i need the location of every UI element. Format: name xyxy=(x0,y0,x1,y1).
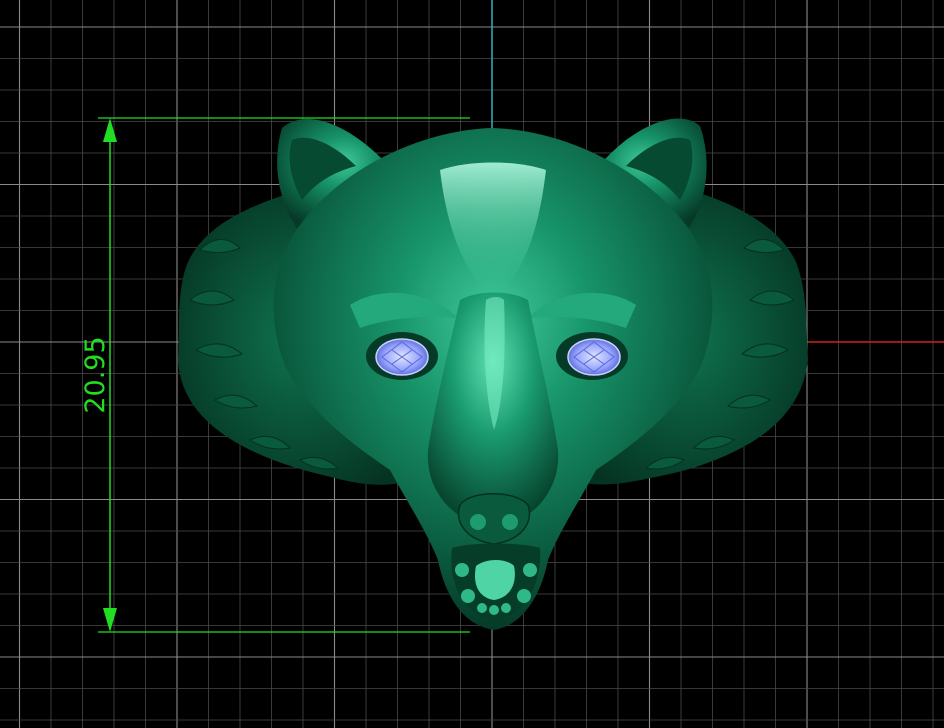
cad-viewport[interactable]: 20.95 xyxy=(0,0,944,728)
dimension-value-label: 20.95 xyxy=(80,336,111,413)
nostril-right xyxy=(502,514,518,530)
viewport-canvas[interactable]: 20.95 xyxy=(0,0,944,728)
left-eye-gem xyxy=(375,338,429,376)
dimension-arrow-bottom xyxy=(103,608,117,632)
right-eye-gem xyxy=(567,338,621,376)
nostril-left xyxy=(470,514,486,530)
wolf-head-model[interactable] xyxy=(178,118,808,630)
